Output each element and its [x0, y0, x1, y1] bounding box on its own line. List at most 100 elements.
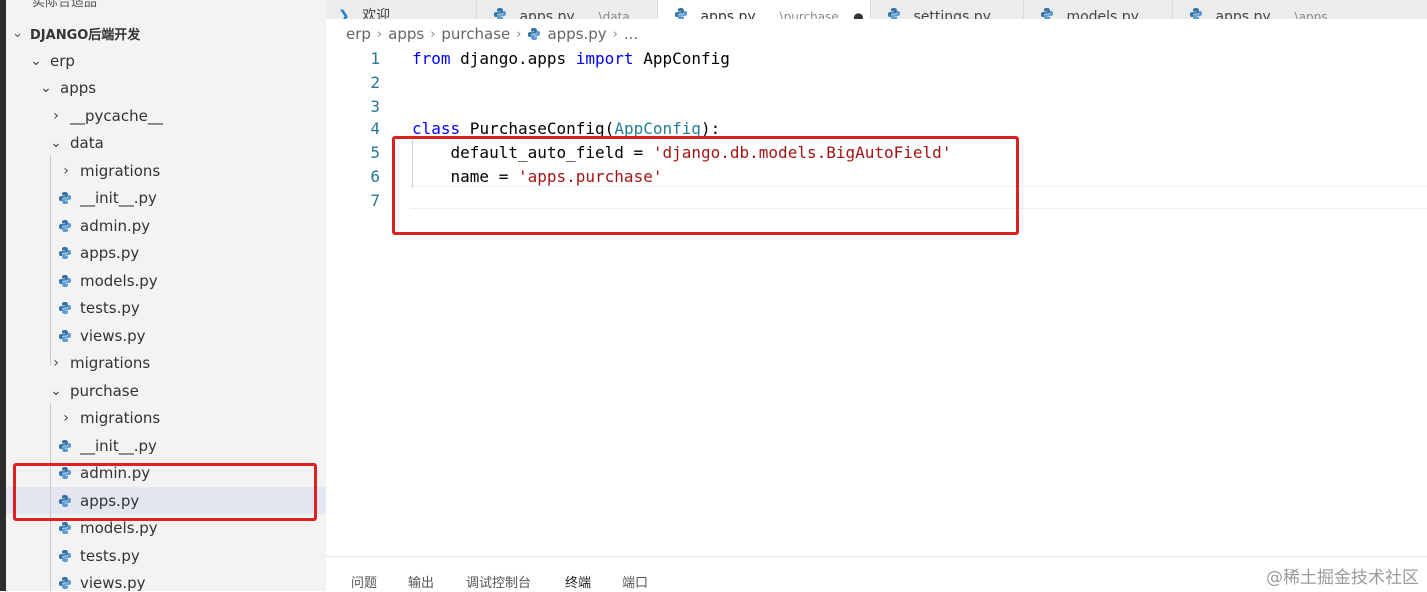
chevron-down-icon: ⌄	[12, 25, 23, 41]
tree-item-label: views.py	[80, 573, 146, 592]
tab-label: apps.py	[1215, 9, 1271, 19]
tree-item[interactable]: › migrations	[6, 349, 326, 376]
paren-open: (	[604, 118, 615, 138]
base-class: AppConfig	[614, 118, 702, 138]
chevron-right-icon: ›	[376, 26, 383, 42]
chevron-down-icon: ⌄	[30, 52, 42, 69]
panel-tab-problems[interactable]: 问题	[351, 572, 377, 591]
tab-detail: ...\apps	[1283, 10, 1328, 19]
tree-item[interactable]: __init__.py	[6, 432, 326, 459]
file-highlight-annotation	[13, 463, 317, 521]
tree-item-label: purchase	[70, 381, 139, 400]
python-file-icon	[58, 246, 72, 260]
breadcrumb-item[interactable]: apps	[388, 25, 424, 43]
tree-item-label: data	[70, 133, 104, 152]
line-number: 5	[370, 142, 380, 162]
panel-tab-terminal[interactable]: 终端	[565, 572, 591, 591]
vscode-icon: ❯	[338, 8, 350, 19]
breadcrumb-item[interactable]: ...	[624, 25, 638, 43]
tree-item-label: __pycache__	[70, 106, 163, 125]
python-file-icon	[58, 549, 72, 563]
tree-item-label: migrations	[80, 408, 161, 427]
python-file-icon	[58, 576, 72, 590]
code-line-1[interactable]: 1 from django.apps import AppConfig	[326, 46, 1427, 70]
line-number: 7	[370, 190, 380, 210]
code-editor[interactable]: 1 from django.apps import AppConfig 2 3 …	[326, 46, 1427, 556]
code-highlight-annotation	[392, 136, 1019, 235]
tree-item[interactable]: models.py	[6, 267, 326, 294]
tree-item-label: admin.py	[80, 216, 151, 235]
panel-tab-ports[interactable]: 端口	[622, 572, 648, 591]
indent-guide	[50, 155, 51, 365]
tab-apps-data[interactable]: apps.py ...\data	[477, 0, 658, 19]
chevron-right-icon: ›	[63, 409, 69, 426]
line-number: 1	[370, 48, 380, 68]
tree-item-label: __init__.py	[80, 188, 157, 207]
paren-close: ):	[701, 118, 721, 138]
panel-tab-output[interactable]: 输出	[408, 572, 434, 591]
tab-welcome[interactable]: ❯ 欢迎	[326, 0, 477, 19]
tree-item[interactable]: admin.py	[6, 212, 326, 239]
python-file-icon	[58, 219, 72, 233]
python-file-icon	[58, 439, 72, 453]
tree-item-label: migrations	[70, 353, 151, 372]
breadcrumb-item[interactable]: apps.py	[547, 25, 606, 43]
tree-item[interactable]: apps.py	[6, 239, 326, 266]
tab-detail: ...\data	[587, 10, 630, 19]
python-file-icon	[58, 301, 72, 315]
breadcrumb-item[interactable]: erp	[346, 25, 371, 43]
tree-item[interactable]: › migrations	[6, 404, 326, 431]
tab-label: apps.py	[700, 9, 756, 19]
tree-item[interactable]: ⌄ erp	[6, 47, 326, 74]
tree-item[interactable]: › __pycache__	[6, 102, 326, 129]
panel-tab-debug-console[interactable]: 调试控制台	[466, 572, 531, 591]
python-file-icon	[674, 7, 688, 19]
tree-item-label: tests.py	[80, 298, 140, 317]
tab-settings[interactable]: settings.py	[871, 0, 1024, 19]
python-file-icon	[58, 274, 72, 288]
tree-item-label: models.py	[80, 271, 158, 290]
tree-item[interactable]: › migrations	[6, 157, 326, 184]
chevron-right-icon: ›	[63, 162, 69, 179]
tree-item[interactable]: __init__.py	[6, 184, 326, 211]
tab-label: models.py	[1066, 9, 1139, 19]
tree-item-label: apps	[60, 78, 97, 97]
breadcrumb-item[interactable]: purchase	[441, 25, 510, 43]
breadcrumb: erp › apps › purchase › apps.py › ...	[346, 22, 638, 46]
tree-item-label: views.py	[80, 326, 146, 345]
tab-apps-apps[interactable]: apps.py ...\apps	[1173, 0, 1427, 19]
python-file-icon	[493, 7, 507, 19]
tab-label: 欢迎	[362, 8, 391, 19]
tree-item[interactable]: ⌄ apps	[6, 74, 326, 101]
keyword-import: import	[575, 48, 634, 68]
sidebar-top-label: 实际合适品	[32, 0, 98, 10]
code-line-3[interactable]: 3	[326, 94, 1427, 118]
tree-item[interactable]: tests.py	[6, 542, 326, 569]
tab-apps-purchase[interactable]: apps.py ...\purchase ●	[658, 0, 871, 19]
tab-models[interactable]: models.py	[1024, 0, 1173, 19]
tree-item-label: apps.py	[80, 243, 140, 262]
bottom-panel-tabs: 问题 输出 调试控制台 终端 端口	[326, 556, 1427, 592]
chevron-down-icon: ⌄	[50, 382, 62, 399]
tab-label: apps.py	[519, 9, 575, 19]
tree-item[interactable]: ⌄ purchase	[6, 377, 326, 404]
class-name: PurchaseConfig	[460, 118, 605, 138]
tree-item[interactable]: views.py	[6, 322, 326, 349]
chevron-right-icon: ›	[612, 26, 618, 42]
explorer-section-header[interactable]: ⌄ DJANGO后端开发	[6, 20, 326, 46]
tree-item-label: migrations	[80, 161, 161, 180]
unsaved-dot-icon[interactable]: ●	[853, 10, 863, 19]
tree-item-label: tests.py	[80, 546, 140, 565]
section-title: DJANGO后端开发	[30, 27, 141, 43]
tree-item[interactable]: tests.py	[6, 294, 326, 321]
watermark: @稀土掘金技术社区	[1266, 568, 1419, 588]
tree-item[interactable]: views.py	[6, 569, 326, 591]
line-number: 6	[370, 166, 380, 186]
code-line-2[interactable]: 2	[326, 70, 1427, 94]
editor-tab-bar: ❯ 欢迎 apps.py ...\data apps.py ...\purcha…	[326, 0, 1427, 19]
tree-item[interactable]: ⌄ data	[6, 129, 326, 156]
keyword-class: class	[412, 118, 461, 138]
python-file-icon	[58, 191, 72, 205]
keyword-from: from	[412, 48, 451, 68]
line-number: 2	[370, 72, 380, 92]
